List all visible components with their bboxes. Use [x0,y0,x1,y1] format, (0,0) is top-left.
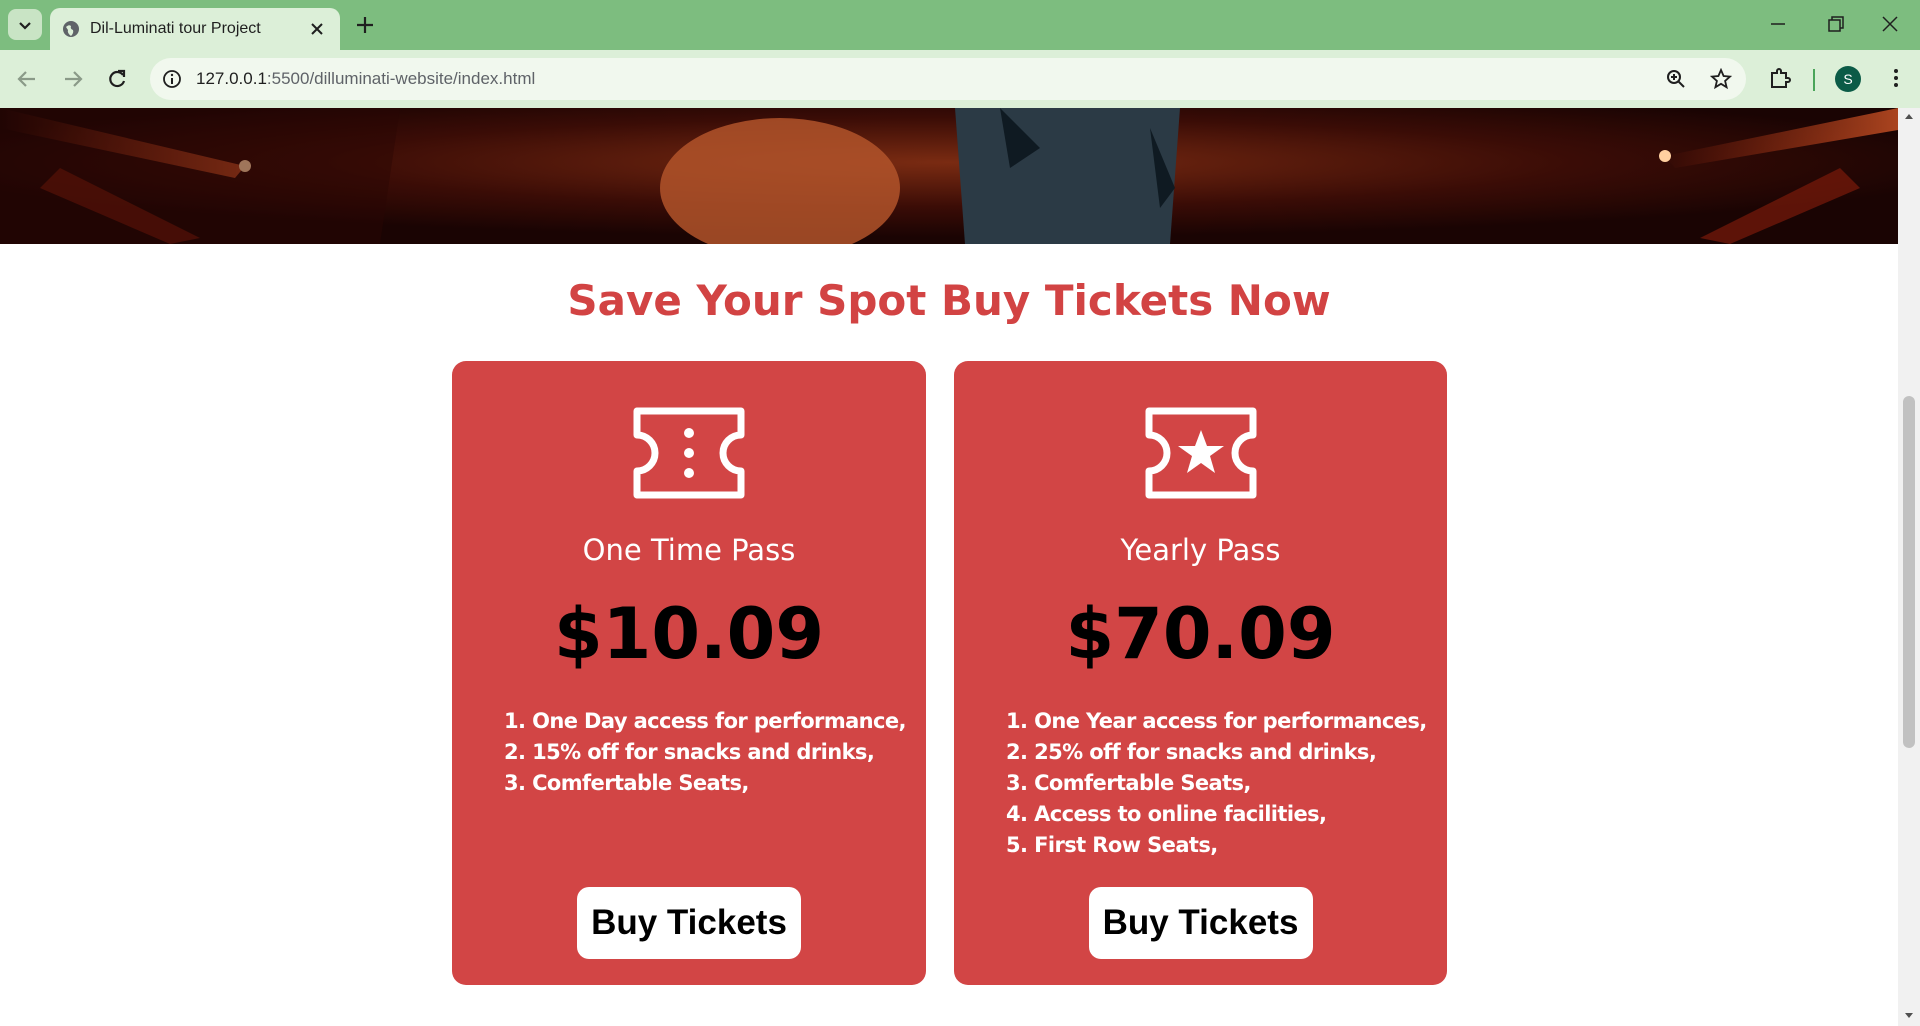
page-scrollbar[interactable] [1898,108,1920,1026]
feature-item: 3. Comfertable Seats, [1006,771,1251,795]
reload-icon[interactable] [106,68,128,90]
site-info-icon[interactable] [162,69,182,89]
extensions-puzzle-icon[interactable] [1768,66,1792,90]
url-host: 127.0.0.1 [196,69,267,88]
forward-arrow-icon[interactable] [62,68,84,90]
scroll-down-arrow-icon[interactable] [1904,1012,1914,1020]
page-viewport: Save Your Spot Buy Tickets Now One Time … [0,108,1898,1026]
new-tab-icon[interactable] [354,14,376,36]
feature-item: 1. One Year access for performances, [1006,709,1427,733]
ticket-card-one-time-pass: One Time Pass $10.09 1. One Day access f… [452,361,926,985]
tab-title: Dil-Luminati tour Project [90,20,261,37]
feature-list: 1. One Day access for performance, 2. 15… [504,706,906,799]
feature-item: 2. 25% off for snacks and drinks, [1006,740,1377,764]
active-tab[interactable]: Dil-Luminati tour Project [50,8,340,50]
buy-tickets-button[interactable]: Buy Tickets [577,887,801,959]
toolbar-divider [1813,69,1815,91]
ticket-card-yearly-pass: Yearly Pass $70.09 1. One Year access fo… [954,361,1447,985]
globe-icon [63,21,79,37]
ticket-icon [633,407,745,499]
zoom-icon[interactable] [1666,69,1686,89]
pass-name: One Time Pass [582,533,796,567]
url-text: 127.0.0.1:5500/dilluminati-website/index… [196,69,535,89]
scroll-up-arrow-icon[interactable] [1904,112,1914,120]
ticket-star-icon [1145,407,1256,499]
pass-price: $10.09 [553,593,825,675]
pass-price: $70.09 [1065,593,1336,675]
back-arrow-icon[interactable] [16,68,38,90]
feature-item: 3. Comfertable Seats, [504,771,749,795]
chevron-down-icon [19,21,31,30]
feature-item: 5. First Row Seats, [1006,833,1218,857]
hero-concert-image [0,108,1898,244]
tab-strip: Dil-Luminati tour Project [0,0,1920,50]
feature-item: 4. Access to online facilities, [1006,802,1327,826]
minimize-icon[interactable] [1768,14,1788,34]
browser-toolbar: 127.0.0.1:5500/dilluminati-website/index… [0,50,1920,108]
scrollbar-thumb[interactable] [1903,396,1915,748]
more-menu-icon[interactable] [1884,66,1908,90]
feature-item: 2. 15% off for snacks and drinks, [504,740,875,764]
address-bar[interactable]: 127.0.0.1:5500/dilluminati-website/index… [150,58,1746,100]
feature-item: 1. One Day access for performance, [504,709,906,733]
profile-avatar[interactable]: S [1835,66,1861,92]
feature-list: 1. One Year access for performances, 2. … [1006,706,1427,861]
bookmark-star-icon[interactable] [1710,68,1732,90]
pass-name: Yearly Pass [1120,533,1281,567]
restore-icon[interactable] [1826,14,1846,34]
buy-tickets-button[interactable]: Buy Tickets [1088,887,1313,959]
tab-search-button[interactable] [8,9,42,40]
url-path: :5500/dilluminati-website/index.html [266,69,536,88]
section-title: Save Your Spot Buy Tickets Now [567,276,1331,325]
close-icon[interactable] [308,20,326,38]
window-close-icon[interactable] [1880,14,1900,34]
